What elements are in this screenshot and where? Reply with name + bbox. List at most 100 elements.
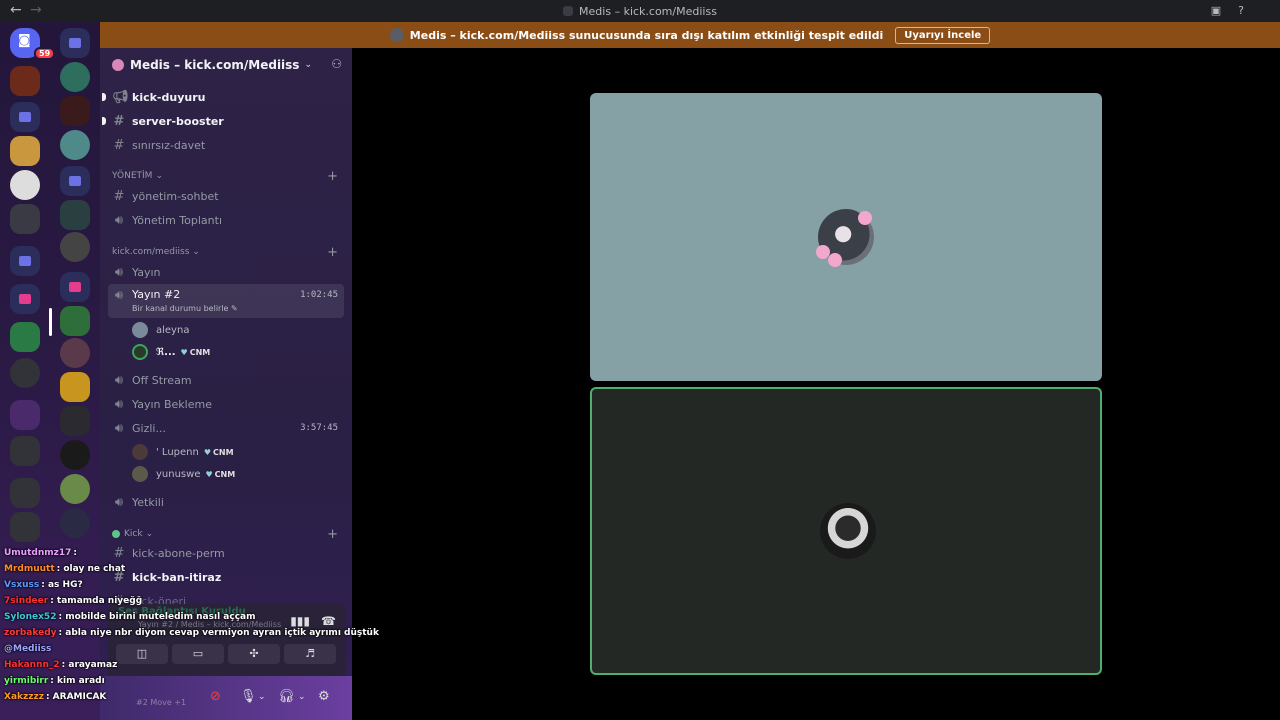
channel-kick-duyuru[interactable]: 📢︎ kick-duyuru [102, 86, 344, 108]
add-channel-icon[interactable]: + [327, 527, 338, 542]
server-icon[interactable] [60, 338, 90, 368]
chevron-down-icon: ⌄ [145, 529, 154, 539]
chat-line: Sylonex52: mobilde birini muteledim nası… [4, 612, 255, 622]
server-header[interactable]: Medis – kick.com/Mediiss ⌄ ⚇ [100, 48, 352, 82]
server-folder-icon[interactable] [10, 284, 40, 314]
chat-user: @Mediiss [4, 644, 52, 654]
noise-suppression-icon[interactable]: ▮▮▮ [290, 614, 310, 628]
guild-tag: CNM [205, 470, 236, 479]
microphone-icon[interactable]: 🎙︎ [240, 689, 257, 704]
help-icon[interactable]: ? [1234, 4, 1248, 18]
server-icon[interactable] [10, 322, 40, 352]
server-icon[interactable] [60, 372, 90, 402]
channel-label: Yetkili [132, 495, 164, 509]
channel-kick-ban-itiraz[interactable]: # kick-ban-itiraz [108, 566, 344, 588]
server-folder-icon[interactable] [60, 272, 90, 302]
server-icon[interactable] [60, 508, 90, 538]
chat-user: Sylonex52 [4, 612, 57, 622]
server-icon[interactable] [60, 232, 90, 262]
server-icon[interactable] [10, 400, 40, 430]
speaker-icon: 🔊︎ [114, 264, 124, 280]
server-folder-icon[interactable] [10, 246, 40, 276]
gear-icon[interactable]: ⚙ [318, 689, 330, 704]
soundboard-button[interactable]: ♬ [284, 644, 336, 664]
discord-home-icon[interactable]: ◙ 59 [10, 28, 56, 60]
server-icon[interactable] [10, 136, 40, 166]
server-folder-icon[interactable] [60, 166, 90, 196]
server-icon[interactable] [10, 66, 40, 96]
headphones-icon[interactable]: 🎧︎ [278, 689, 295, 704]
guild-tag: CNM [181, 348, 211, 357]
category-kick-mediiss[interactable]: kick.com/mediiss ⌄ + [112, 244, 344, 260]
server-icon[interactable] [60, 130, 90, 160]
flower-decoration-icon [828, 253, 842, 267]
voice-user[interactable]: ' Lupenn CNM [132, 442, 234, 462]
channel-status[interactable]: Bir kanal durumu belirle ✎ [132, 304, 238, 313]
camera-button[interactable]: ◫ [116, 644, 168, 664]
chat-line: zorbakedy: abla niye nbr diyom cevap ver… [4, 628, 379, 638]
voice-user[interactable]: aleyna [132, 320, 189, 340]
chevron-down-icon[interactable]: ⌄ [258, 692, 266, 702]
speaker-icon: 🔊︎ [114, 420, 124, 436]
server-icon[interactable] [10, 170, 40, 200]
server-folder-icon[interactable] [60, 28, 90, 58]
channel-label: Off Stream [132, 373, 192, 387]
screen-share-button[interactable]: ▭ [172, 644, 224, 664]
add-channel-icon[interactable]: + [327, 169, 338, 184]
server-mini-icon [563, 6, 574, 16]
server-icon[interactable] [10, 478, 40, 508]
server-icon[interactable] [10, 204, 40, 234]
server-icon[interactable] [10, 358, 40, 388]
server-icon[interactable] [10, 512, 40, 542]
server-folder-icon[interactable] [10, 102, 40, 132]
channel-server-booster[interactable]: # server-booster [102, 110, 344, 132]
add-member-icon[interactable]: ⚇ [331, 57, 342, 71]
participant-tile[interactable] [590, 93, 1102, 381]
voice-user[interactable]: yunuswe CNM [132, 464, 235, 484]
channel-yayin-2[interactable]: 🔊︎ Yayın #2 1:02:45 Bir kanal durumu bel… [108, 284, 344, 318]
inbox-icon[interactable]: ▣ [1209, 4, 1223, 18]
chat-line: 7sindeer: tamamda niyeğğ [4, 596, 142, 606]
channel-yetkili[interactable]: 🔊︎ Yetkili [108, 491, 344, 513]
channel-yonetim-sohbet[interactable]: # yönetim-sohbet [108, 185, 344, 207]
server-icon[interactable] [60, 200, 90, 230]
server-icon[interactable] [60, 440, 90, 470]
chat-line: Mrdmuutt: olay ne chat [4, 564, 125, 574]
server-icon[interactable] [60, 406, 90, 436]
voice-user[interactable]: ℜ... CNM [132, 342, 210, 362]
soundboard-icon: ♬ [305, 647, 315, 660]
channel-yonetim-toplanti[interactable]: 🔊︎ Yönetim Toplantı [108, 209, 344, 231]
review-warning-button[interactable]: Uyarıyı İncele [895, 26, 991, 44]
category-yonetim[interactable]: YÖNETİM ⌄ + [112, 168, 344, 184]
channel-label: server-booster [132, 114, 224, 128]
participant-tile-speaking[interactable] [590, 387, 1102, 675]
server-icon[interactable] [60, 62, 90, 92]
chat-line: Umutdnmz17: [4, 548, 77, 558]
add-channel-icon[interactable]: + [327, 245, 338, 260]
window-title: Medis – kick.com/Mediiss [579, 5, 717, 18]
server-icon[interactable] [60, 474, 90, 504]
chat-user: Hakannn_2 [4, 660, 60, 670]
server-icon[interactable] [60, 306, 90, 336]
chevron-down-icon[interactable]: ⌄ [298, 692, 306, 702]
chat-user: 7sindeer [4, 596, 49, 606]
unread-indicator [102, 93, 106, 101]
chat-text: : tamamda niyeğğ [50, 596, 143, 606]
chat-line: Hakannn_2: arayamaz [4, 660, 117, 670]
category-kick[interactable]: Kick ⌄ + [112, 526, 344, 542]
channel-off-stream[interactable]: 🔊︎ Off Stream [108, 369, 344, 391]
channel-yayin-bekleme[interactable]: 🔊︎ Yayın Bekleme [108, 393, 344, 415]
activities-button[interactable]: ✣ [228, 644, 280, 664]
server-icon[interactable] [10, 436, 40, 466]
disconnect-icon[interactable]: ☎ [321, 614, 336, 628]
stream-muted-icon[interactable]: ⊘ [210, 689, 221, 704]
channel-gizli[interactable]: 🔊︎ Gizli... 3:57:45 [108, 417, 344, 439]
channel-kick-abone-perm[interactable]: # kick-abone-perm [108, 542, 344, 564]
avatar [132, 466, 148, 482]
server-icon[interactable] [60, 96, 90, 126]
channel-sinirsiz-davet[interactable]: # sınırsız-davet [108, 134, 344, 156]
channel-yayin[interactable]: 🔊︎ Yayın [108, 261, 344, 283]
server-flower-icon [112, 59, 124, 71]
avatar [132, 322, 148, 338]
speaker-icon: 🔊︎ [114, 372, 124, 388]
